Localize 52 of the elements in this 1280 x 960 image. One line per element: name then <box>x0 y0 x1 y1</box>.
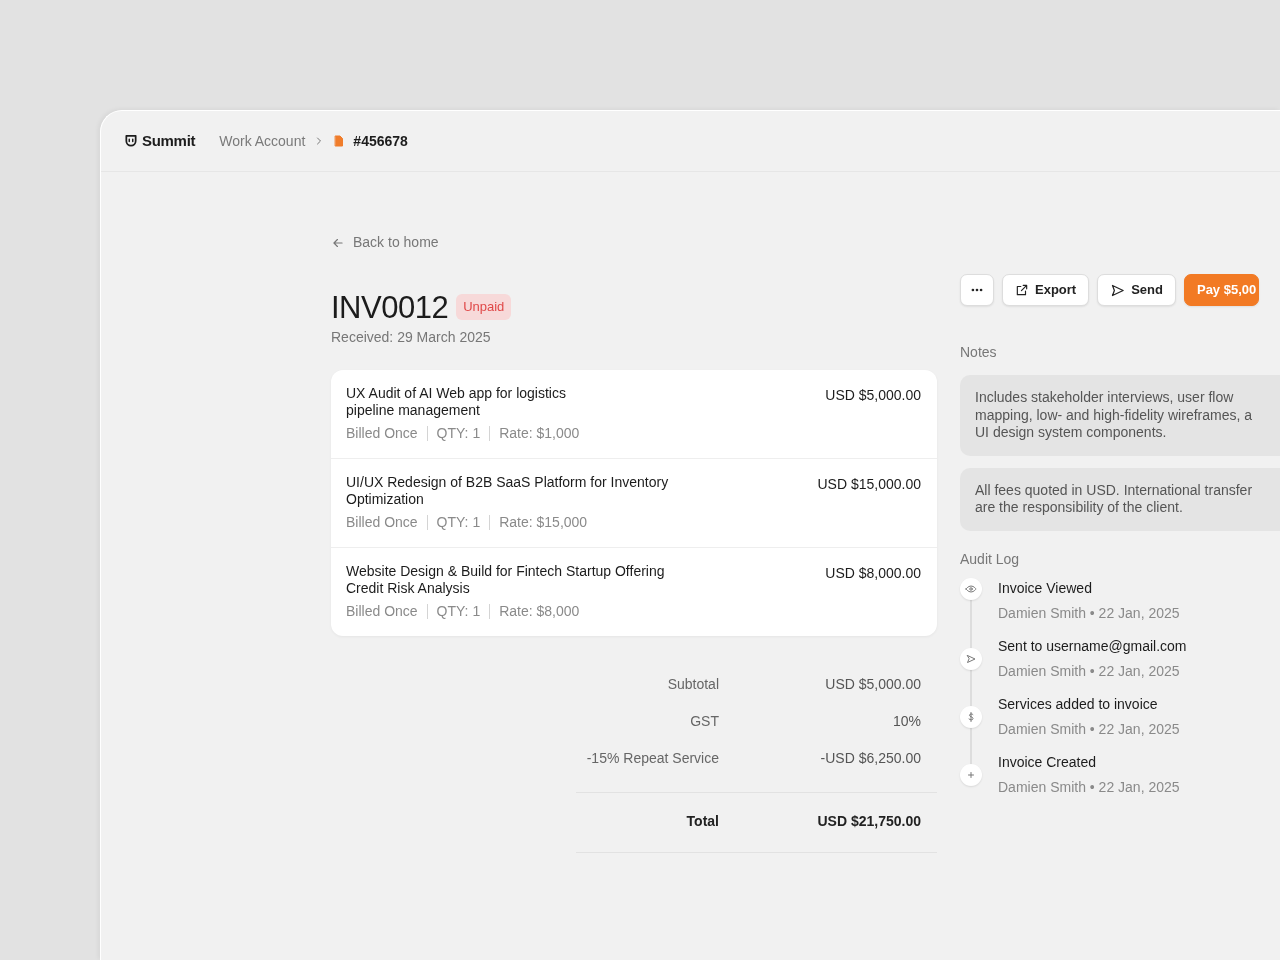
note-text: All fees quoted in USD. International transfer are the responsibility of the client. <box>960 467 1280 531</box>
received-date: Received: 29 March 2025 <box>331 327 492 347</box>
total-value: USD $5,000.00 <box>824 674 921 694</box>
billing-text: Billed Once <box>346 512 418 532</box>
quantity-text: QTY: 1 <box>436 512 481 532</box>
event-title: Invoice Viewed <box>998 578 1093 598</box>
section-title: Audit Log <box>960 549 1021 569</box>
total-value: -USD $6,250.00 <box>819 748 921 768</box>
rate-text: Rate: $1,000 <box>499 423 580 443</box>
event-meta: Damien Smith • 22 Jan, 2025 <box>998 603 1180 623</box>
brand-name: Summit <box>142 130 196 151</box>
quantity-text: QTY: 1 <box>436 601 481 621</box>
event-title: Sent to username@gmail.com <box>998 636 1187 656</box>
total-label: Subtotal <box>666 674 719 694</box>
event-title: Services added to invoice <box>998 694 1159 714</box>
note-text: Includes stakeholder interviews, user flow mapping, low- and high-fidelity wireframes, a UI design system components. <box>960 375 1280 456</box>
send-icon <box>1110 282 1126 298</box>
rate-text: Rate: $15,000 <box>499 512 588 532</box>
breadcrumb-link[interactable]: Work Account <box>219 130 306 152</box>
external-link-icon <box>1015 283 1029 297</box>
section-title: Notes <box>960 343 998 362</box>
total-label: -15% Repeat Service <box>585 748 719 768</box>
quantity-text: QTY: 1 <box>436 423 481 443</box>
more-button[interactable] <box>960 274 994 306</box>
item-title: UI/UX Redesign of B2B SaaS Platform for Inventory Optimization <box>346 473 669 508</box>
send-icon <box>965 652 977 665</box>
rate-text: Rate: $8,000 <box>499 601 580 621</box>
eye-icon <box>965 582 977 595</box>
export-button[interactable]: Export <box>1002 274 1090 306</box>
total-label: Total <box>685 811 719 831</box>
breadcrumb-current: #456678 <box>353 131 408 151</box>
total-label: GST <box>689 711 719 731</box>
event-meta: Damien Smith • 22 Jan, 2025 <box>998 661 1181 681</box>
item-amount: USD $8,000.00 <box>825 563 921 583</box>
shield-logo-icon <box>124 134 138 148</box>
item-amount: USD $5,000.00 <box>825 385 921 405</box>
item-amount: USD $15,000.00 <box>817 474 921 494</box>
item-title: UX Audit of AI Web app for logistics pipeline management <box>346 384 567 419</box>
event-title: Invoice Created <box>998 752 1098 772</box>
billing-text: Billed Once <box>346 423 418 443</box>
item-title: Website Design & Build for Fintech Startup Offering Credit Risk Analysis <box>346 562 665 597</box>
send-button[interactable]: Send <box>1097 274 1176 306</box>
back-link[interactable]: Back to home <box>331 232 439 253</box>
invoice-number: INV0012 <box>331 291 449 323</box>
file-icon <box>333 134 346 148</box>
total-value: USD $21,750.00 <box>816 811 921 831</box>
total-value: 10% <box>891 711 921 731</box>
billing-text: Billed Once <box>346 601 418 621</box>
event-meta: Damien Smith • 22 Jan, 2025 <box>998 719 1180 739</box>
event-meta: Damien Smith • 22 Jan, 2025 <box>998 777 1180 797</box>
pay-button[interactable]: Pay $5,00 <box>1183 274 1260 306</box>
status-label: Unpaid <box>456 294 512 320</box>
